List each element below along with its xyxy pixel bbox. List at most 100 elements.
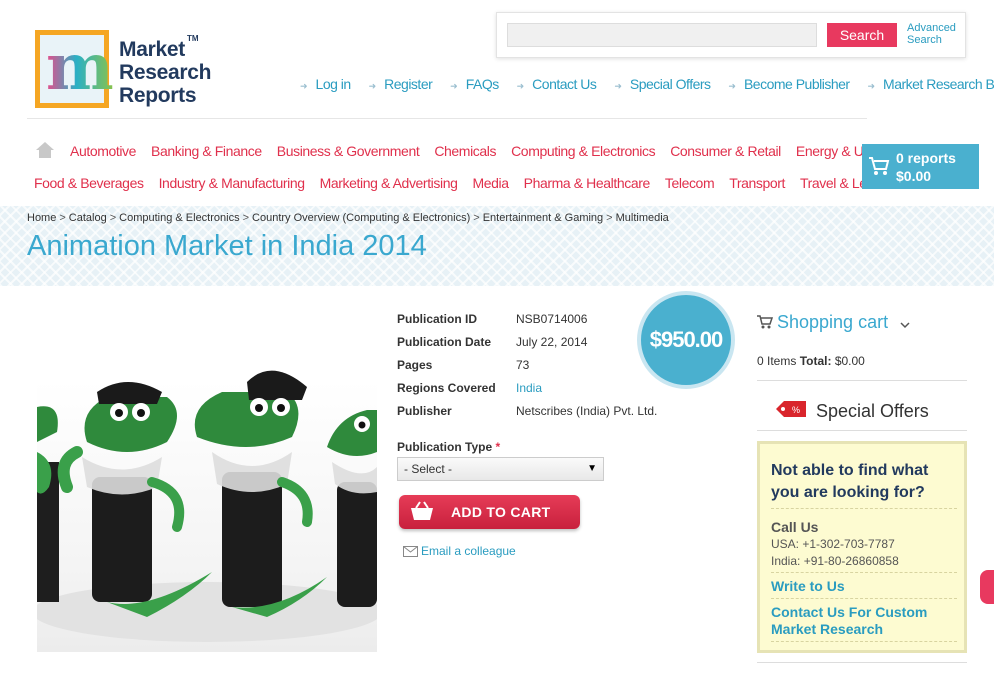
breadcrumb-separator: > (59, 212, 66, 224)
write-to-us-link[interactable]: Write to Us (771, 578, 845, 594)
publisher-value: Netscribes (India) Pvt. Ltd. (516, 404, 658, 418)
advanced-search-line-2: Search (907, 34, 942, 46)
arrow-icon: ➜ (450, 81, 458, 91)
custom-research-link[interactable]: Contact Us For Custom Market Research (771, 604, 961, 638)
register-link[interactable]: Register (384, 76, 433, 92)
special-offers-label: Special Offers (816, 401, 929, 421)
logo-trademark: TM (187, 34, 199, 43)
call-us-heading: Call Us (771, 519, 819, 535)
search-panel: Search Advanced Search (496, 12, 966, 58)
sidebar-divider (757, 380, 967, 381)
become-publisher-link[interactable]: Become Publisher (744, 76, 850, 92)
help-divider (771, 508, 957, 509)
login-link[interactable]: Log in (316, 76, 352, 92)
price-badge: $950.00 (637, 291, 735, 389)
add-to-cart-button[interactable]: ADD TO CART (399, 495, 580, 529)
arrow-icon: ➜ (867, 81, 876, 91)
contact-us-link[interactable]: Contact Us (532, 76, 597, 92)
help-divider (771, 598, 957, 599)
help-divider (771, 641, 957, 642)
category-transport[interactable]: Transport (729, 175, 785, 191)
blog-link[interactable]: Market Research Blog (883, 76, 994, 92)
category-pharma-healthcare[interactable]: Pharma & Healthcare (524, 175, 651, 191)
publication-date-value: July 22, 2014 (516, 335, 588, 349)
category-banking-finance[interactable]: Banking & Finance (151, 143, 262, 159)
category-business-government[interactable]: Business & Government (277, 143, 420, 159)
cart-total-value: $0.00 (834, 354, 865, 368)
logo-wordmark: Market Research Reports (119, 38, 211, 107)
shopping-cart-label: Shopping cart (777, 312, 889, 332)
breadcrumb-multimedia[interactable]: Multimedia (616, 212, 669, 224)
region-india-link[interactable]: India (516, 381, 542, 395)
arrow-icon: ➜ (516, 81, 525, 91)
category-automotive[interactable]: Automotive (70, 143, 136, 159)
category-consumer-retail[interactable]: Consumer & Retail (670, 143, 781, 159)
pages-value: 73 (516, 358, 530, 372)
arrow-icon: ➜ (368, 81, 377, 91)
category-nav-row-2: Food & Beverages Industry & Manufacturing… (34, 175, 910, 191)
detail-row-regions: Regions Covered India (397, 381, 697, 404)
breadcrumb: Home > Catalog > Computing & Electronics > Cou… (27, 212, 669, 224)
site-logo[interactable]: m Market Research Reports TM (35, 30, 215, 110)
category-chemicals[interactable]: Chemicals (434, 143, 496, 159)
breadcrumb-home[interactable]: Home (27, 212, 56, 224)
category-telecom[interactable]: Telecom (665, 175, 715, 191)
help-question: Not able to find what you are looking fo… (771, 462, 929, 501)
breadcrumb-entertainment[interactable]: Entertainment & Gaming (483, 212, 603, 224)
basket-icon (411, 501, 433, 520)
email-colleague-label: Email a colleague (421, 544, 516, 558)
breadcrumb-separator: > (473, 212, 480, 224)
sidebar-divider (757, 662, 967, 663)
email-colleague-link[interactable]: Email a colleague (403, 544, 516, 558)
add-to-cart-label: ADD TO CART (451, 504, 551, 520)
detail-row-publisher: Publisher Netscribes (India) Pvt. Ltd. (397, 404, 697, 427)
breadcrumb-separator: > (606, 212, 613, 224)
advanced-search-link[interactable]: Advanced Search (907, 22, 956, 46)
shopping-cart-heading[interactable]: Shopping cart (757, 312, 915, 333)
arrow-icon: ➜ (614, 81, 622, 91)
help-box: Not able to find what you are looking fo… (757, 441, 967, 653)
breadcrumb-catalog[interactable]: Catalog (69, 212, 107, 224)
special-offers-heading[interactable]: % Special Offers (772, 399, 929, 422)
category-industry-manufacturing[interactable]: Industry & Manufacturing (159, 175, 305, 191)
category-media[interactable]: Media (472, 175, 509, 191)
publication-type-text: Publication Type (397, 440, 493, 454)
logo-mark: m (35, 30, 114, 108)
sidebar-divider (757, 430, 967, 431)
required-marker: * (495, 440, 501, 454)
cart-total: $0.00 (896, 168, 932, 184)
arrow-icon: ➜ (300, 81, 308, 91)
page-title: Animation Market in India 2014 (27, 230, 427, 262)
category-marketing-advertising[interactable]: Marketing & Advertising (320, 175, 458, 191)
category-food-beverages[interactable]: Food & Beverages (34, 175, 144, 191)
feedback-tab[interactable] (980, 570, 994, 604)
cart-items-count: 0 Items (757, 354, 797, 368)
publication-type-select[interactable]: - Select - ▼ (397, 457, 604, 481)
search-button[interactable]: Search (827, 23, 897, 47)
breadcrumb-computing[interactable]: Computing & Electronics (119, 212, 239, 224)
cart-icon (757, 315, 774, 329)
faqs-link[interactable]: FAQs (466, 76, 500, 92)
top-links: ➜ Log in ➜ Register ➜ FAQs ➜ Contact Us ➜ Spe… (300, 76, 994, 92)
envelope-icon (403, 546, 418, 557)
breadcrumb-country-overview[interactable]: Country Overview (Computing & Electronic… (252, 212, 470, 224)
logo-letter: m (46, 30, 114, 105)
publication-type-selected: - Select - (404, 462, 453, 476)
breadcrumb-separator: > (109, 212, 117, 224)
chevron-down-icon (900, 322, 910, 329)
title-banner: Home > Catalog > Computing & Electronics > Cou… (0, 206, 994, 286)
pages-label: Pages (397, 358, 433, 372)
cart-icon (869, 157, 890, 175)
special-offers-link[interactable]: Special Offers (630, 76, 711, 92)
category-computing-electronics[interactable]: Computing & Electronics (511, 143, 655, 159)
logo-line-2: Research (119, 61, 212, 84)
crocodile-figurines-illustration (37, 370, 377, 642)
cart-summary: 0 reports $0.00 (896, 149, 956, 185)
india-phone: India: +91-80-26860858 (771, 554, 899, 568)
home-icon[interactable] (36, 142, 54, 158)
search-input[interactable] (507, 23, 817, 47)
publication-id-value: NSB0714006 (516, 312, 588, 326)
header-cart-button[interactable]: 0 reports $0.00 (862, 144, 979, 189)
cart-total-label: Total: (799, 354, 832, 368)
product-image (37, 312, 377, 652)
